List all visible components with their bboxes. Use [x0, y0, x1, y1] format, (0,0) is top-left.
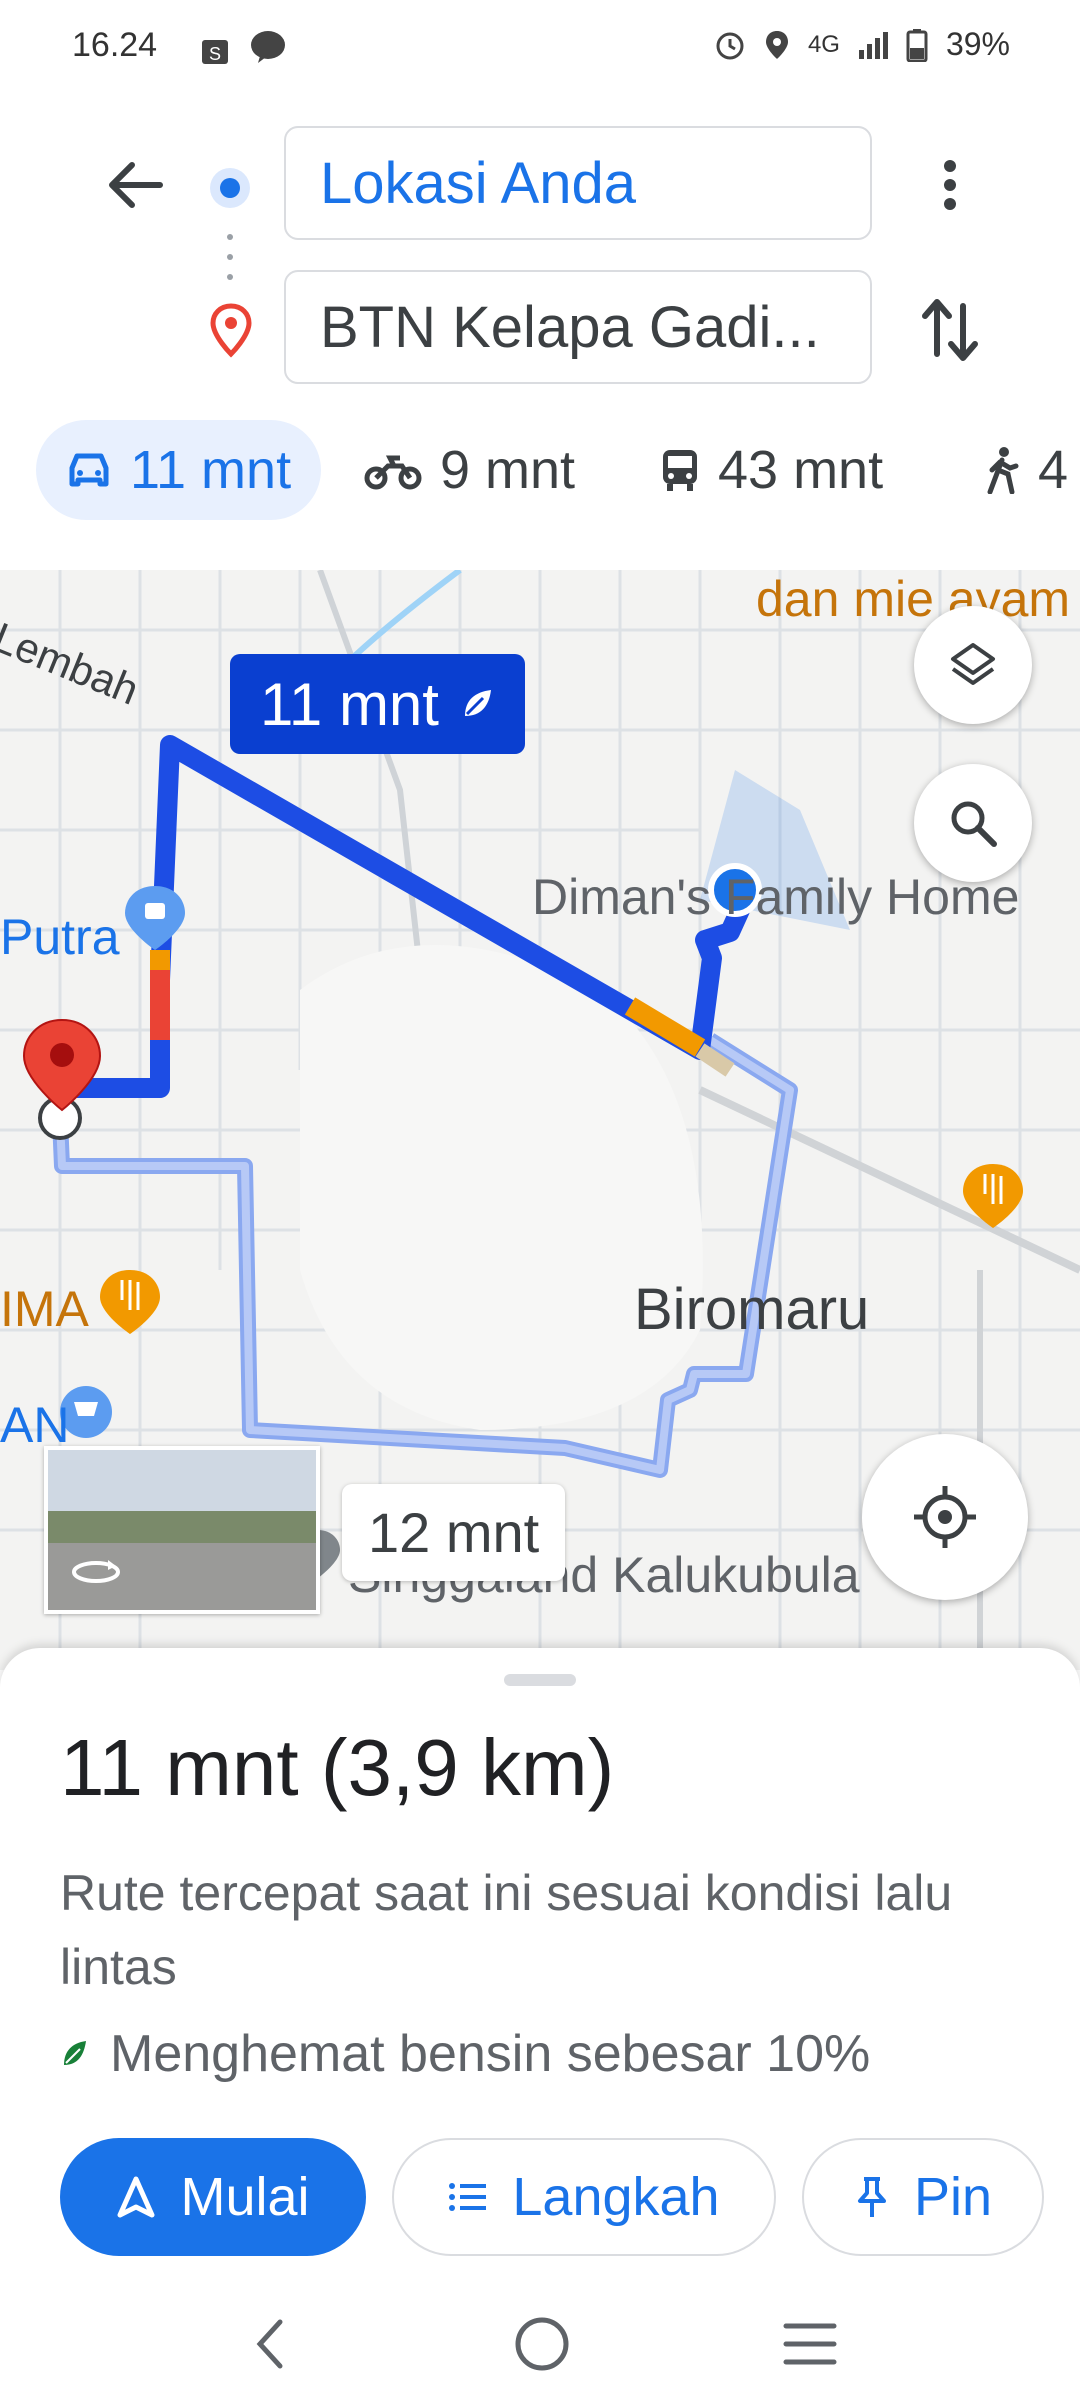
status-bar: 16.24 S 4G 39% [0, 0, 1080, 100]
crosshair-icon [914, 1486, 976, 1548]
destination-input[interactable]: BTN Kelapa Gadi... [284, 270, 872, 384]
alarm-icon [716, 32, 744, 59]
route-summary: 11 mnt (3,9 km) [60, 1723, 615, 1812]
eco-savings-text: Menghemat bensin sebesar 10% [110, 2025, 871, 2083]
tab-drive[interactable]: 11 mnt [36, 420, 322, 520]
travel-mode-tabs: 11 mnt 9 mnt 43 mnt 4 [0, 420, 1080, 530]
map-label-home: Diman's Family Home [532, 869, 1020, 925]
motorcycle-icon [364, 455, 422, 490]
route-time-badge[interactable]: 11 mnt [230, 654, 525, 754]
search-icon [951, 801, 997, 847]
eco-leaf-icon [464, 690, 491, 716]
back-button[interactable] [100, 150, 170, 220]
map-label-ima: IMA [0, 1281, 89, 1337]
layers-icon [951, 643, 995, 685]
search-along-route-button[interactable] [914, 764, 1032, 882]
sheet-drag-handle[interactable] [504, 1674, 576, 1686]
steps-button[interactable]: Langkah [392, 2138, 776, 2256]
my-location-button[interactable] [862, 1434, 1028, 1600]
shopping-bag-icon: S [200, 32, 230, 71]
street-view-thumbnail[interactable] [44, 1446, 320, 1614]
route-time-label: 11 mnt [260, 670, 439, 738]
battery-percent: 39% [945, 26, 1010, 62]
pin-label: Pin [913, 2167, 993, 2227]
destination-text: BTN Kelapa Gadi... [320, 294, 820, 360]
more-options-button[interactable] [925, 150, 975, 220]
map-view[interactable]: dan mie ayam Lembah Putra Diman's Family… [0, 570, 1080, 1670]
origin-input[interactable]: Lokasi Anda [284, 126, 872, 240]
map-label-biromaru: Biromaru [634, 1277, 870, 1342]
tab-transit[interactable]: 43 mnt [660, 420, 883, 520]
map-label-food: dan mie ayam [756, 571, 1071, 627]
tab-transit-label: 43 mnt [718, 440, 884, 500]
nav-back-icon[interactable] [250, 2314, 290, 2374]
battery-icon [906, 28, 928, 62]
transit-icon [663, 450, 697, 491]
start-navigation-button[interactable]: Mulai [60, 2138, 366, 2256]
steps-label: Langkah [512, 2167, 720, 2227]
swap-vertical-icon [922, 299, 978, 361]
svg-text:S: S [209, 44, 221, 64]
network-type: 4G [807, 30, 840, 58]
street-view-360-icon [72, 1560, 120, 1583]
pushpin-icon [857, 2177, 886, 2217]
route-dots-icon [227, 234, 233, 280]
location-icon [765, 30, 788, 59]
route-details-sheet[interactable]: 11 mnt (3,9 km) Rute tercepat saat ini s… [0, 1648, 1080, 2400]
status-time: 16.24 [72, 26, 158, 64]
alt-route-time-label: 12 mnt [368, 1501, 540, 1564]
destination-pin-icon [210, 303, 252, 358]
swap-button[interactable] [915, 290, 985, 370]
walk-icon [987, 447, 1019, 494]
start-label: Mulai [180, 2167, 310, 2227]
origin-dot-icon [210, 168, 250, 208]
map-label-putra: Putra [0, 909, 120, 965]
status-icons: 4G 39% [714, 26, 1010, 63]
origin-text: Lokasi Anda [320, 150, 637, 216]
nav-recents-icon[interactable] [782, 2320, 838, 2368]
route-description: Rute tercepat saat ini sesuai kondisi la… [60, 1865, 953, 1995]
eco-leaf-icon [64, 2041, 86, 2065]
line-icon [250, 30, 286, 69]
system-navigation-bar [0, 2290, 1080, 2400]
signal-icon [858, 31, 888, 59]
list-icon [449, 2183, 487, 2211]
tab-walk[interactable]: 4 [984, 420, 1068, 520]
arrow-left-icon [109, 162, 163, 208]
pin-button[interactable]: Pin [802, 2138, 1044, 2256]
car-icon [69, 453, 109, 487]
tab-walk-label: 4 [1038, 440, 1069, 500]
eco-savings: Menghemat bensin sebesar 10% [60, 2024, 870, 2084]
alt-route-time-badge[interactable]: 12 mnt [342, 1484, 566, 1581]
tab-motorcycle[interactable]: 9 mnt [364, 420, 575, 520]
navigation-arrow-icon [117, 2176, 155, 2218]
tab-drive-label: 11 mnt [130, 440, 292, 500]
nav-home-icon[interactable] [512, 2314, 572, 2374]
layers-button[interactable] [914, 606, 1032, 724]
more-vert-icon [944, 160, 956, 210]
tab-motorcycle-label: 9 mnt [440, 440, 576, 500]
